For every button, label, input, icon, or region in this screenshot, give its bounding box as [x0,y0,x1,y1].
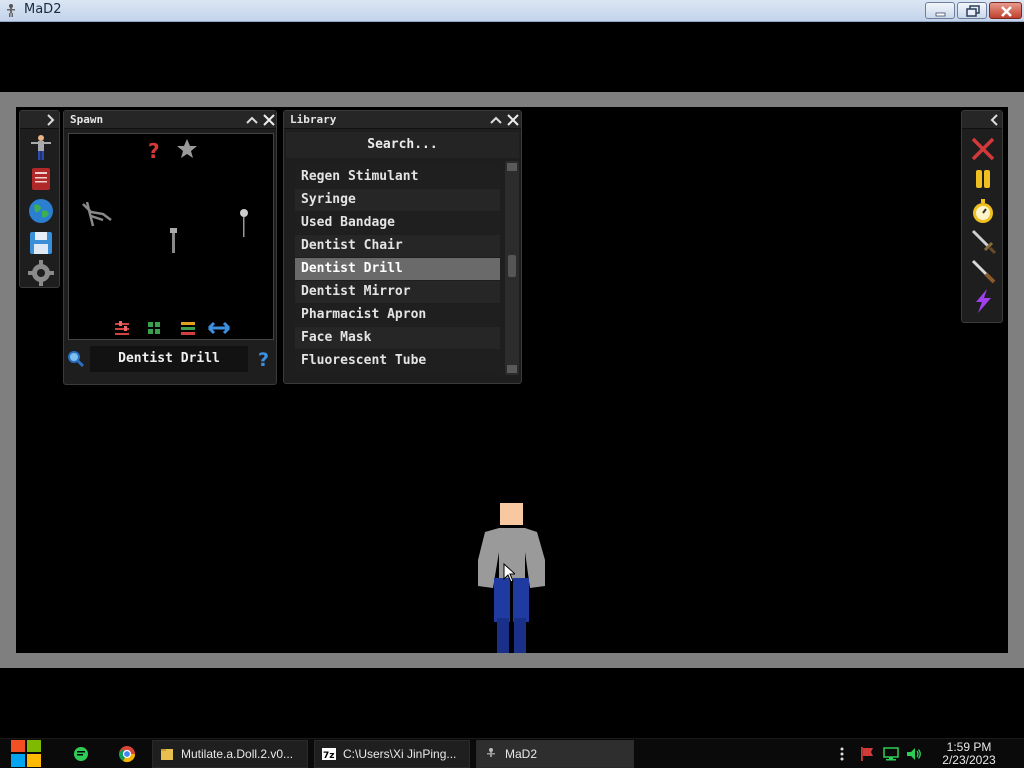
scrollbar-thumb[interactable] [508,255,516,277]
close-icon[interactable] [969,135,997,163]
dentist-drill-icon[interactable] [170,228,177,253]
list-item[interactable]: Syringe [295,189,500,211]
archive-icon: 7z [322,748,336,761]
favorite-star-icon[interactable] [177,139,197,158]
close-icon[interactable] [261,112,277,128]
library-list: Regen Stimulant Syringe Used Bandage Den… [295,166,500,373]
ragdoll-right-thigh[interactable] [513,578,529,622]
left-toolbar-header [20,111,59,129]
right-toolbar-header [962,111,1002,129]
save-icon[interactable] [27,229,55,257]
taskbar: Mutilate.a.Doll.2.v0... 7z C:\Users\Xi J… [0,738,1024,768]
start-button[interactable] [8,740,46,768]
app-icon [487,748,495,757]
library-scrollbar[interactable] [505,161,519,375]
spawn-panel-header: Spawn [64,111,276,129]
list-item[interactable]: Fluorescent Tube [295,350,500,372]
chat-app-icon[interactable] [72,740,90,768]
grid-icon[interactable] [148,322,160,334]
list-item[interactable]: Pharmacist Apron [295,304,500,326]
scroll-up-arrow[interactable] [507,163,517,171]
task-label: C:\Users\Xi JinPing... [343,747,457,761]
ragdoll-left-leg[interactable] [497,618,509,653]
swap-arrows-icon[interactable] [207,321,231,335]
dentist-chair-icon[interactable] [82,201,112,227]
book-icon[interactable] [27,165,55,193]
magnifier-icon[interactable] [67,350,85,368]
stopwatch-icon[interactable] [969,197,997,225]
list-item[interactable]: Dentist Mirror [295,281,500,303]
taskbar-task-mad2[interactable]: MaD2 [476,740,634,768]
volume-icon[interactable] [906,746,922,762]
sword-icon[interactable] [969,227,997,255]
list-item[interactable]: Dentist Chair [295,235,500,257]
lightning-icon[interactable] [969,287,997,315]
chevron-up-icon[interactable] [244,112,260,128]
library-panel-header: Library [284,111,521,129]
taskbar-clock[interactable]: 1:59 PM 2/23/2023 [938,741,1000,767]
chrome-icon[interactable] [118,740,136,768]
list-item[interactable]: Face Mask [295,327,500,349]
spawn-panel-title: Spawn [70,113,104,126]
ragdoll-left-thigh[interactable] [494,578,510,622]
svg-text:?: ? [258,349,269,369]
list-item[interactable]: Used Bandage [295,212,500,234]
clock-date: 2/23/2023 [942,753,996,767]
ragdoll-icon[interactable] [27,133,55,161]
taskbar-task-archive[interactable]: 7z C:\Users\Xi JinPing... [314,740,470,768]
gear-icon[interactable] [27,259,55,287]
help-icon[interactable]: ? [256,349,272,369]
library-panel: Library Search... Regen Stimulant Syring… [283,110,522,384]
taskbar-task-folder[interactable]: Mutilate.a.Doll.2.v0... [152,740,308,768]
svg-text:7z: 7z [323,751,335,761]
question-icon[interactable]: ? [148,139,160,163]
chevron-left-icon[interactable] [987,112,1003,128]
close-window-button[interactable] [989,2,1022,19]
list-item-selected[interactable]: Dentist Drill [295,258,500,280]
list-icon[interactable] [181,322,195,335]
restore-button[interactable] [957,2,987,19]
library-panel-title: Library [290,113,337,126]
chevron-right-icon[interactable] [42,112,58,128]
minimize-button[interactable] [925,2,955,19]
ragdoll-right-leg[interactable] [514,618,526,653]
library-search-input[interactable]: Search... [286,132,519,158]
chevron-up-icon[interactable] [488,112,504,128]
left-toolbar [19,110,60,288]
flag-icon[interactable] [859,746,875,762]
right-toolbar [961,110,1003,323]
mouse-cursor [503,563,515,583]
spawn-name-row: Dentist Drill ? [64,345,276,373]
window-titlebar: MaD2 [0,0,1024,22]
list-item[interactable]: Regen Stimulant [295,166,500,188]
window-title: MaD2 [24,2,62,17]
pause-icon[interactable] [969,165,997,193]
spawn-selected-name: Dentist Drill [90,346,248,372]
ragdoll-head[interactable] [500,503,523,525]
spawn-panel: Spawn ? Dentist Drill ? [63,110,277,385]
folder-icon [161,749,173,760]
dentist-mirror-icon[interactable] [240,209,248,237]
globe-icon[interactable] [27,197,55,225]
network-icon[interactable] [883,746,899,762]
knife-icon[interactable] [969,257,997,285]
scroll-down-arrow[interactable] [507,365,517,373]
svg-text:?: ? [148,139,160,163]
app-icon [7,4,15,17]
close-icon[interactable] [505,112,521,128]
sliders-icon[interactable] [115,321,129,335]
overflow-menu-icon[interactable] [836,746,848,762]
task-label: Mutilate.a.Doll.2.v0... [181,747,294,761]
spawn-preview[interactable]: ? [68,133,274,340]
task-label: MaD2 [505,747,538,761]
